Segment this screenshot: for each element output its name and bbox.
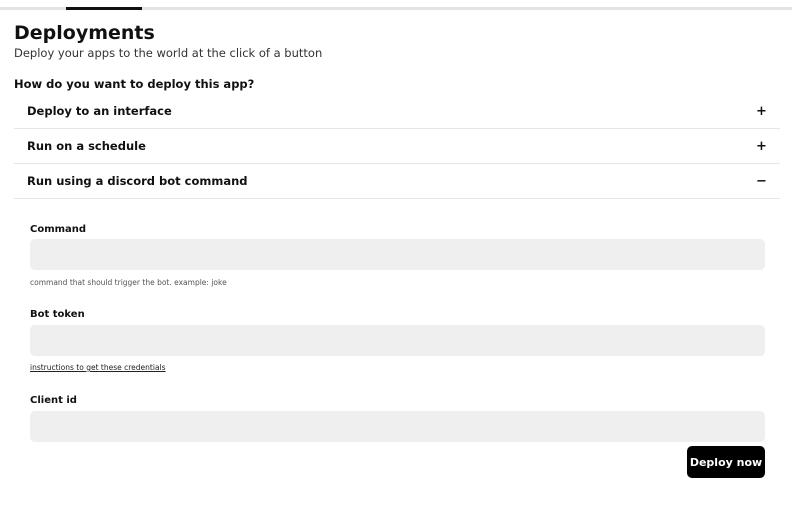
command-hint: command that should trigger the bot. exa… — [30, 278, 227, 287]
accordion-item-label: Deploy to an interface — [27, 104, 172, 118]
client-id-input[interactable] — [30, 411, 765, 442]
page-title: Deployments — [14, 22, 155, 44]
collapse-minus-icon[interactable]: − — [756, 174, 767, 189]
credentials-instructions-link[interactable]: instructions to get these credentials — [30, 363, 166, 372]
deploy-now-button[interactable]: Deploy now — [687, 446, 765, 478]
deploy-options-accordion: Deploy to an interface + Run on a schedu… — [14, 94, 780, 509]
accordion-item-discord-bot[interactable]: Run using a discord bot command − — [14, 164, 780, 199]
expand-plus-icon[interactable]: + — [756, 104, 767, 119]
accordion-item-label: Run on a schedule — [27, 139, 146, 153]
accordion-item-schedule[interactable]: Run on a schedule + — [14, 129, 780, 164]
bot-token-input[interactable] — [30, 325, 765, 356]
progress-bar — [0, 7, 792, 10]
discord-bot-form: Command command that should trigger the … — [14, 199, 780, 509]
accordion-item-label: Run using a discord bot command — [27, 174, 248, 188]
bot-token-label: Bot token — [30, 309, 85, 320]
command-label: Command — [30, 224, 87, 235]
expand-plus-icon[interactable]: + — [756, 139, 767, 154]
progress-bar-fill — [66, 7, 142, 10]
page-subtitle: Deploy your apps to the world at the cli… — [14, 46, 323, 60]
accordion-item-interface[interactable]: Deploy to an interface + — [14, 94, 780, 129]
deploy-question: How do you want to deploy this app? — [14, 77, 255, 91]
command-input[interactable] — [30, 239, 765, 270]
client-id-label: Client id — [30, 395, 77, 406]
